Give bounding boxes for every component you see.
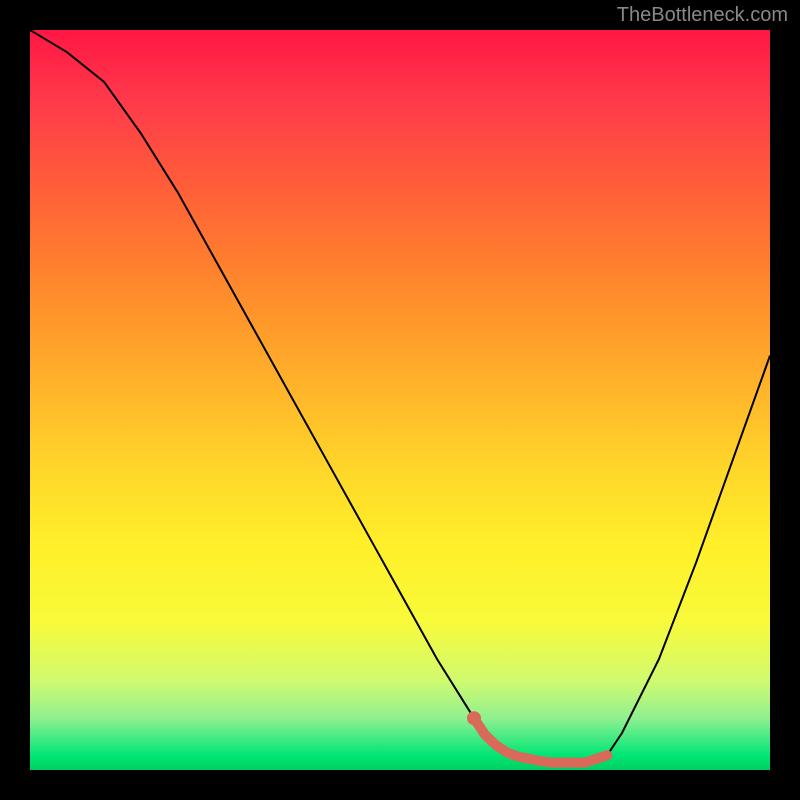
optimal-range-highlight	[474, 718, 607, 762]
chart-plot-area	[30, 30, 770, 770]
attribution-text: TheBottleneck.com	[617, 4, 788, 27]
chart-svg	[30, 30, 770, 770]
optimal-start-dot	[467, 711, 481, 725]
bottleneck-curve	[30, 30, 770, 763]
